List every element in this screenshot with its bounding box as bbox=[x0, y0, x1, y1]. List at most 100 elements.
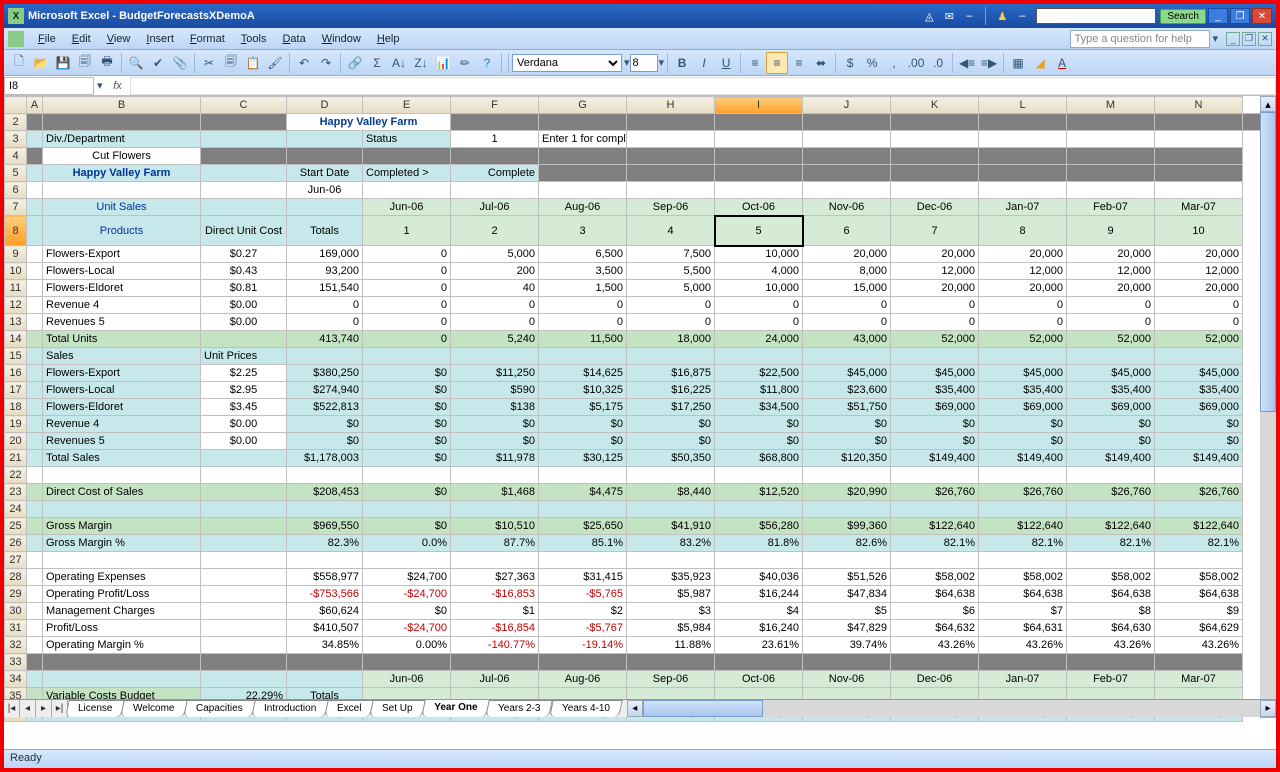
cell[interactable]: $45,000 bbox=[979, 365, 1067, 382]
cell[interactable] bbox=[539, 467, 627, 484]
cell[interactable]: $47,834 bbox=[803, 586, 891, 603]
cell[interactable]: $5,987 bbox=[627, 586, 715, 603]
cell[interactable] bbox=[539, 552, 627, 569]
cell[interactable]: $64,638 bbox=[891, 586, 979, 603]
cell[interactable]: $58,002 bbox=[1155, 569, 1243, 586]
cell[interactable] bbox=[287, 148, 363, 165]
cell[interactable]: 20,000 bbox=[803, 246, 891, 263]
cell[interactable]: $17,250 bbox=[627, 399, 715, 416]
cell[interactable] bbox=[27, 620, 43, 637]
cell[interactable] bbox=[1155, 348, 1243, 365]
cell[interactable]: 19 bbox=[5, 416, 27, 433]
cell[interactable]: 0 bbox=[891, 297, 979, 314]
cell[interactable]: 1 bbox=[363, 216, 451, 246]
cell[interactable] bbox=[1067, 165, 1155, 182]
cell[interactable]: 0 bbox=[1155, 297, 1243, 314]
search-input[interactable] bbox=[1036, 8, 1156, 24]
cell[interactable]: 2 bbox=[451, 216, 539, 246]
cell[interactable]: 31 bbox=[5, 620, 27, 637]
cell[interactable]: 0 bbox=[627, 314, 715, 331]
cell[interactable]: Operating Profit/Loss bbox=[43, 586, 201, 603]
cell[interactable] bbox=[27, 535, 43, 552]
cell[interactable]: $45,000 bbox=[803, 365, 891, 382]
drawing-icon[interactable]: ✏ bbox=[454, 52, 476, 74]
cell[interactable]: $410,507 bbox=[287, 620, 363, 637]
cell[interactable] bbox=[451, 182, 539, 199]
cell[interactable]: -$5,765 bbox=[539, 586, 627, 603]
cell[interactable] bbox=[43, 671, 201, 688]
cell[interactable]: 23.61% bbox=[715, 637, 803, 654]
cell[interactable]: 0 bbox=[363, 263, 451, 280]
menu-help[interactable]: Help bbox=[369, 31, 408, 47]
italic-icon[interactable]: I bbox=[693, 52, 715, 74]
cell[interactable]: 20,000 bbox=[891, 246, 979, 263]
cell[interactable] bbox=[27, 654, 43, 671]
cell[interactable]: $149,400 bbox=[891, 450, 979, 467]
cell[interactable]: $0 bbox=[715, 433, 803, 450]
cell[interactable] bbox=[27, 199, 43, 216]
cell[interactable] bbox=[287, 671, 363, 688]
sheet-tab[interactable]: Years 4-10 bbox=[549, 700, 623, 717]
horizontal-scrollbar[interactable]: ◂ ▸ bbox=[627, 700, 1276, 717]
cell[interactable]: $0.00 bbox=[201, 416, 287, 433]
cell[interactable] bbox=[891, 348, 979, 365]
cell[interactable] bbox=[363, 654, 451, 671]
cell[interactable]: $0.00 bbox=[201, 314, 287, 331]
cell[interactable]: J bbox=[803, 97, 891, 114]
cell[interactable]: G bbox=[539, 97, 627, 114]
undo-icon[interactable]: ↶ bbox=[293, 52, 315, 74]
cell[interactable] bbox=[979, 182, 1067, 199]
cell[interactable]: 43.26% bbox=[1155, 637, 1243, 654]
cell[interactable]: $35,400 bbox=[891, 382, 979, 399]
cell[interactable]: $20,990 bbox=[803, 484, 891, 501]
fx-icon[interactable]: fx bbox=[106, 80, 130, 92]
cell[interactable] bbox=[27, 331, 43, 348]
cell[interactable]: 5 bbox=[5, 165, 27, 182]
cell[interactable] bbox=[27, 501, 43, 518]
cell[interactable] bbox=[627, 552, 715, 569]
cell[interactable]: $35,923 bbox=[627, 569, 715, 586]
doc-restore-button[interactable]: ❐ bbox=[1242, 32, 1256, 46]
increase-indent-icon[interactable]: ≡▶ bbox=[978, 52, 1000, 74]
cell[interactable]: 0 bbox=[363, 331, 451, 348]
cell[interactable]: -$16,853 bbox=[451, 586, 539, 603]
cell[interactable]: $0 bbox=[363, 518, 451, 535]
cell[interactable]: 0 bbox=[287, 297, 363, 314]
cell[interactable]: Start Date bbox=[287, 165, 363, 182]
align-right-icon[interactable]: ≡ bbox=[788, 52, 810, 74]
cell[interactable] bbox=[715, 114, 803, 131]
cell[interactable]: Sep-06 bbox=[627, 671, 715, 688]
cell[interactable] bbox=[27, 246, 43, 263]
cell[interactable]: $24,700 bbox=[363, 569, 451, 586]
cell[interactable]: 10,000 bbox=[715, 246, 803, 263]
cell[interactable]: $99,360 bbox=[803, 518, 891, 535]
cell[interactable] bbox=[715, 131, 803, 148]
cell[interactable]: $4 bbox=[715, 603, 803, 620]
sort-desc-icon[interactable]: Z↓ bbox=[410, 52, 432, 74]
cell[interactable] bbox=[27, 148, 43, 165]
cell[interactable]: 7,500 bbox=[627, 246, 715, 263]
cell[interactable]: 13 bbox=[5, 314, 27, 331]
cell[interactable]: 7 bbox=[891, 216, 979, 246]
cell[interactable]: 26 bbox=[5, 535, 27, 552]
cell[interactable]: 14 bbox=[5, 331, 27, 348]
cell[interactable]: $1,468 bbox=[451, 484, 539, 501]
cell[interactable]: $41,910 bbox=[627, 518, 715, 535]
cell[interactable]: 24 bbox=[5, 501, 27, 518]
cell[interactable]: $11,800 bbox=[715, 382, 803, 399]
cell[interactable] bbox=[979, 467, 1067, 484]
cell[interactable]: $0 bbox=[363, 603, 451, 620]
cell[interactable]: 82.1% bbox=[979, 535, 1067, 552]
dash-icon[interactable]: – bbox=[961, 8, 977, 24]
cell[interactable]: Direct Unit Cost bbox=[201, 216, 287, 246]
cell[interactable]: $5,175 bbox=[539, 399, 627, 416]
cell[interactable] bbox=[539, 148, 627, 165]
cell[interactable] bbox=[27, 450, 43, 467]
cell[interactable]: $35,400 bbox=[1155, 382, 1243, 399]
cell[interactable]: $0 bbox=[1155, 433, 1243, 450]
cell[interactable]: C bbox=[201, 97, 287, 114]
cell[interactable] bbox=[201, 637, 287, 654]
cell[interactable]: 5 bbox=[715, 216, 803, 246]
cell[interactable]: 1 bbox=[451, 131, 539, 148]
name-box[interactable]: I8 bbox=[4, 77, 94, 95]
